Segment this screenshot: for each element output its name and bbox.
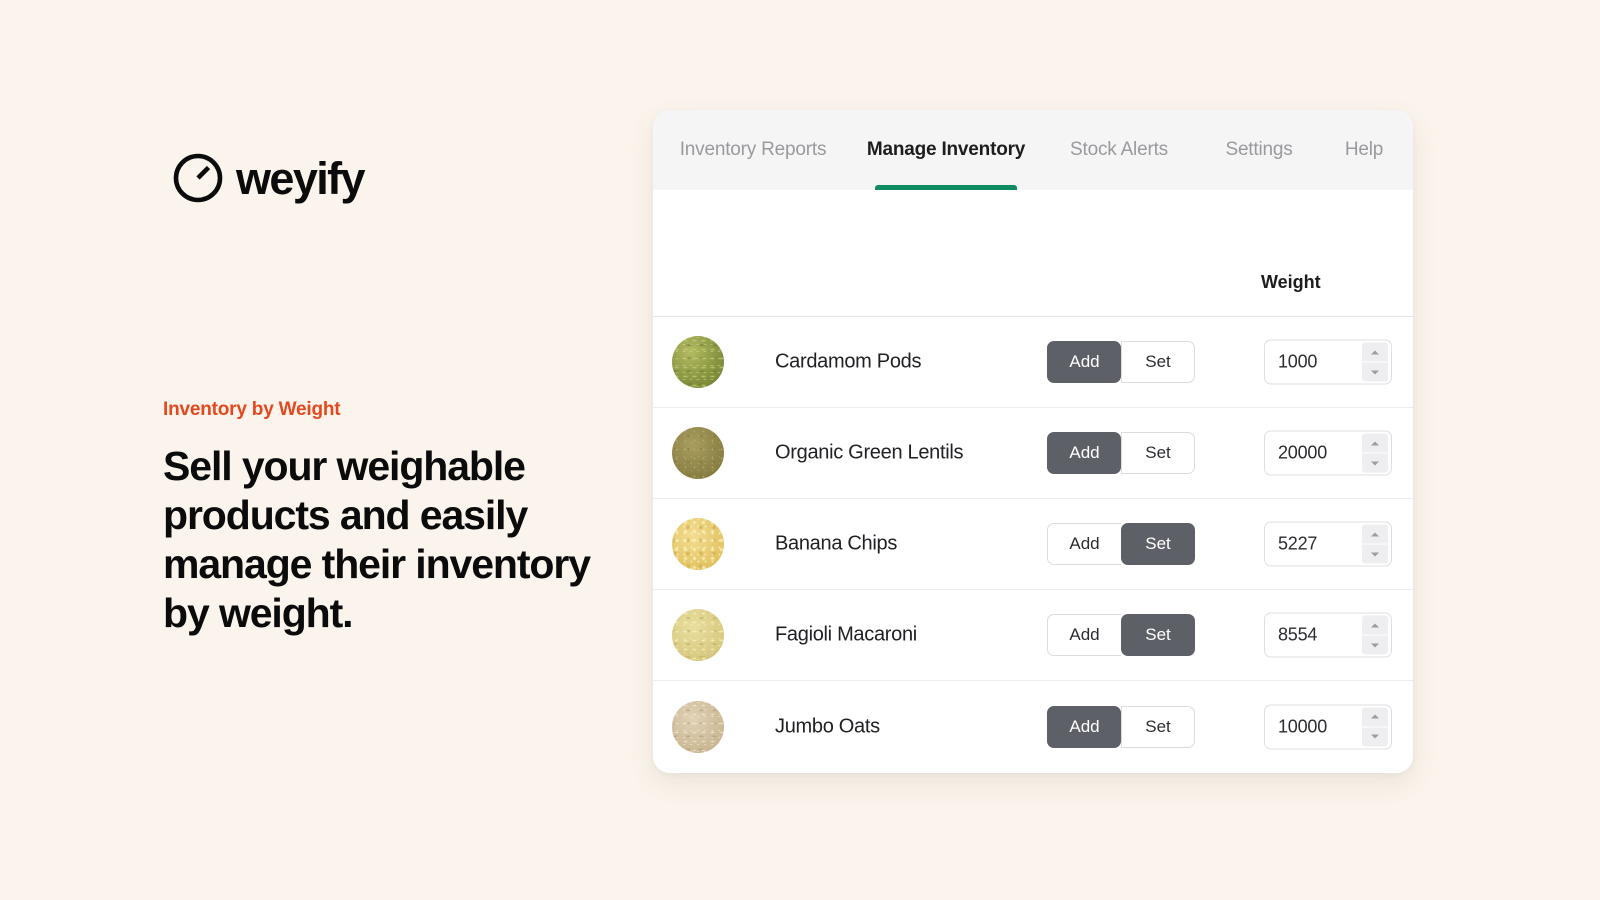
- table-header: Weight: [653, 190, 1413, 317]
- brand-name: weyify: [236, 152, 366, 204]
- caret-up-icon: [1371, 350, 1379, 354]
- weight-stepper[interactable]: 1000: [1264, 339, 1392, 385]
- stepper-down-button[interactable]: [1362, 453, 1388, 473]
- headline: Sell your weighable products and easily …: [163, 443, 591, 636]
- set-mode-button[interactable]: Set: [1121, 705, 1195, 748]
- product-thumbnail: [672, 700, 724, 753]
- caret-down-icon: [1371, 734, 1379, 739]
- mode-toggle-group: Add Set: [1047, 432, 1195, 474]
- tab-help[interactable]: Help: [1319, 110, 1409, 190]
- product-thumbnail: [672, 427, 724, 479]
- tab-settings[interactable]: Settings: [1199, 110, 1319, 190]
- app-panel: Inventory Reports Manage Inventory Stock…: [653, 110, 1413, 773]
- product-name: Banana Chips: [775, 532, 898, 555]
- caret-up-icon: [1371, 532, 1379, 536]
- gauge-circle-icon: [173, 153, 223, 203]
- set-mode-button[interactable]: Set: [1121, 432, 1195, 474]
- column-header-weight: Weight: [1261, 272, 1321, 292]
- caret-down-icon: [1371, 461, 1379, 465]
- tab-manage-inventory[interactable]: Manage Inventory: [853, 110, 1039, 190]
- stepper-up-button[interactable]: [1362, 615, 1388, 636]
- brand-logo: weyify: [172, 152, 366, 204]
- eyebrow-label: Inventory by Weight: [163, 399, 341, 420]
- weight-input[interactable]: 20000: [1265, 443, 1362, 464]
- table-row: Jumbo Oats Add Set 10000: [653, 681, 1413, 772]
- product-name: Jumbo Oats: [775, 715, 880, 737]
- caret-up-icon: [1371, 441, 1379, 445]
- add-mode-button[interactable]: Add: [1047, 432, 1121, 474]
- weight-input[interactable]: 8554: [1265, 625, 1362, 646]
- stepper-down-button[interactable]: [1362, 544, 1388, 564]
- weight-stepper[interactable]: 20000: [1264, 430, 1392, 476]
- table-row: Cardamom Pods Add Set 1000: [653, 317, 1413, 408]
- marketing-column: weyify Inventory by Weight Sell your wei…: [163, 0, 623, 900]
- add-mode-button[interactable]: Add: [1047, 614, 1121, 656]
- caret-down-icon: [1371, 552, 1379, 556]
- set-mode-button[interactable]: Set: [1121, 523, 1195, 565]
- stepper-up-button[interactable]: [1362, 524, 1388, 545]
- stepper-down-button[interactable]: [1362, 727, 1388, 746]
- add-mode-button[interactable]: Add: [1047, 341, 1121, 383]
- weight-stepper[interactable]: 10000: [1264, 704, 1392, 749]
- weight-stepper[interactable]: 8554: [1264, 612, 1392, 658]
- product-name: Cardamom Pods: [775, 350, 922, 373]
- stepper-down-button[interactable]: [1362, 362, 1388, 382]
- table-row: Organic Green Lentils Add Set 20000: [653, 408, 1413, 499]
- caret-up-icon: [1371, 623, 1379, 627]
- tab-stock-alerts[interactable]: Stock Alerts: [1039, 110, 1199, 190]
- stepper-controls: [1362, 615, 1388, 655]
- add-mode-button[interactable]: Add: [1047, 705, 1121, 748]
- set-mode-button[interactable]: Set: [1121, 341, 1195, 383]
- mode-toggle-group: Add Set: [1047, 614, 1195, 656]
- mode-toggle-group: Add Set: [1047, 523, 1195, 565]
- add-mode-button[interactable]: Add: [1047, 523, 1121, 565]
- caret-up-icon: [1371, 714, 1379, 719]
- stepper-up-button[interactable]: [1362, 342, 1388, 363]
- product-thumbnail: [672, 609, 724, 661]
- mode-toggle-group: Add Set: [1047, 341, 1195, 383]
- stepper-controls: [1362, 524, 1388, 564]
- stepper-up-button[interactable]: [1362, 433, 1388, 454]
- stepper-down-button[interactable]: [1362, 635, 1388, 655]
- caret-down-icon: [1371, 643, 1379, 647]
- product-name: Organic Green Lentils: [775, 441, 964, 464]
- page-root: weyify Inventory by Weight Sell your wei…: [0, 0, 1600, 900]
- stepper-controls: [1362, 342, 1388, 382]
- inventory-table: Weight Cardamom Pods Add Set 1000 Organi…: [653, 190, 1413, 772]
- table-row: Fagioli Macaroni Add Set 8554: [653, 590, 1413, 681]
- table-row: Banana Chips Add Set 5227: [653, 499, 1413, 590]
- product-thumbnail: [672, 518, 724, 570]
- tab-bar: Inventory Reports Manage Inventory Stock…: [653, 110, 1413, 199]
- mode-toggle-group: Add Set: [1047, 705, 1195, 748]
- weight-input[interactable]: 10000: [1265, 716, 1362, 737]
- tab-inventory-reports[interactable]: Inventory Reports: [653, 110, 853, 190]
- product-thumbnail: [672, 336, 724, 388]
- weight-input[interactable]: 5227: [1265, 534, 1362, 555]
- stepper-controls: [1362, 707, 1388, 746]
- weight-stepper[interactable]: 5227: [1264, 521, 1392, 567]
- caret-down-icon: [1371, 370, 1379, 374]
- product-name: Fagioli Macaroni: [775, 623, 917, 646]
- set-mode-button[interactable]: Set: [1121, 614, 1195, 656]
- weight-input[interactable]: 1000: [1265, 352, 1362, 373]
- stepper-up-button[interactable]: [1362, 707, 1388, 727]
- stepper-controls: [1362, 433, 1388, 473]
